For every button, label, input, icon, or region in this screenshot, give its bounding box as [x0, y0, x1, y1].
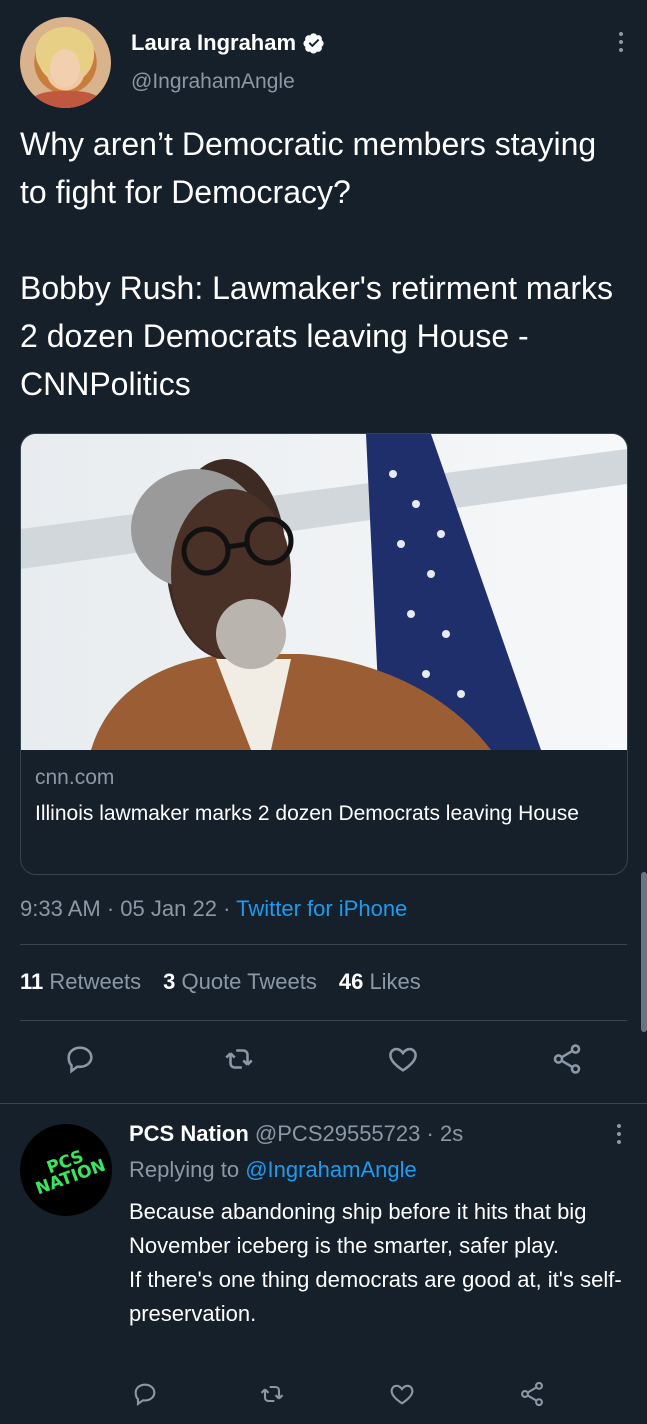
author-name-text[interactable]: Laura Ingraham [131, 30, 296, 56]
retweets-label: Retweets [49, 969, 142, 994]
card-domain: cnn.com [35, 766, 115, 789]
reply-age: 2s [439, 1121, 464, 1146]
divider [20, 1020, 627, 1021]
reply-avatar-text: PCS NATION [33, 1146, 109, 1200]
likes-stat[interactable]: 46 Likes [339, 969, 421, 995]
tweet-date: 05 Jan 22 [120, 896, 217, 921]
replying-to-handle[interactable]: @IngrahamAngle [245, 1157, 417, 1182]
likes-label: Likes [369, 969, 421, 994]
replying-to: Replying to @IngrahamAngle [129, 1157, 417, 1183]
separator: · [426, 1121, 434, 1146]
author-name[interactable]: Laura Ingraham [131, 30, 325, 56]
more-options-icon[interactable] [617, 30, 625, 54]
author-avatar[interactable] [20, 17, 111, 108]
reply-author-name[interactable]: PCS Nation [129, 1121, 249, 1146]
quotes-label: Quote Tweets [181, 969, 317, 994]
share-icon[interactable] [518, 1380, 546, 1408]
divider [20, 944, 627, 945]
verified-badge-icon [303, 33, 324, 54]
retweet-icon[interactable] [258, 1380, 286, 1408]
separator: · [223, 896, 231, 921]
divider [0, 1103, 647, 1104]
quotes-stat[interactable]: 3 Quote Tweets [163, 969, 317, 995]
reply-icon[interactable] [131, 1380, 159, 1408]
author-handle[interactable]: @IngrahamAngle [131, 70, 295, 94]
reply-text: Because abandoning ship before it hits t… [129, 1199, 622, 1326]
retweets-count: 11 [20, 969, 44, 994]
reply-header: PCS Nation @PCS29555723 · 2s [129, 1121, 463, 1147]
retweets-stat[interactable]: 11 Retweets [20, 969, 141, 995]
link-card[interactable]: cnn.com Illinois lawmaker marks 2 dozen … [20, 433, 628, 875]
scrollbar[interactable] [641, 872, 647, 1032]
reply-more-options-icon[interactable] [615, 1122, 623, 1146]
retweet-icon[interactable] [222, 1042, 256, 1076]
quotes-count: 3 [163, 969, 176, 994]
reply-icon[interactable] [63, 1042, 97, 1076]
card-title: Illinois lawmaker marks 2 dozen Democrat… [35, 802, 579, 825]
like-icon[interactable] [386, 1042, 420, 1076]
reply-action-bar [0, 1380, 647, 1424]
reply-avatar[interactable]: PCS NATION [20, 1124, 112, 1216]
like-icon[interactable] [388, 1380, 416, 1408]
tweet-stats: 11 Retweets 3 Quote Tweets 46 Likes [20, 969, 421, 995]
card-image [21, 434, 627, 750]
tweet-timestamp: 9:33 AM · 05 Jan 22 · Twitter for iPhone [20, 896, 407, 922]
news-photo-icon [21, 434, 627, 750]
share-icon[interactable] [550, 1042, 584, 1076]
tweet-source[interactable]: Twitter for iPhone [236, 896, 407, 921]
tweet-text: Why aren’t Democratic members staying to… [20, 126, 613, 402]
tweet-time: 9:33 AM [20, 896, 101, 921]
tweet-action-bar [0, 1042, 647, 1086]
replying-prefix: Replying to [129, 1157, 240, 1182]
likes-count: 46 [338, 969, 364, 994]
separator: · [106, 896, 115, 921]
reply-author-handle[interactable]: @PCS29555723 [255, 1121, 420, 1146]
